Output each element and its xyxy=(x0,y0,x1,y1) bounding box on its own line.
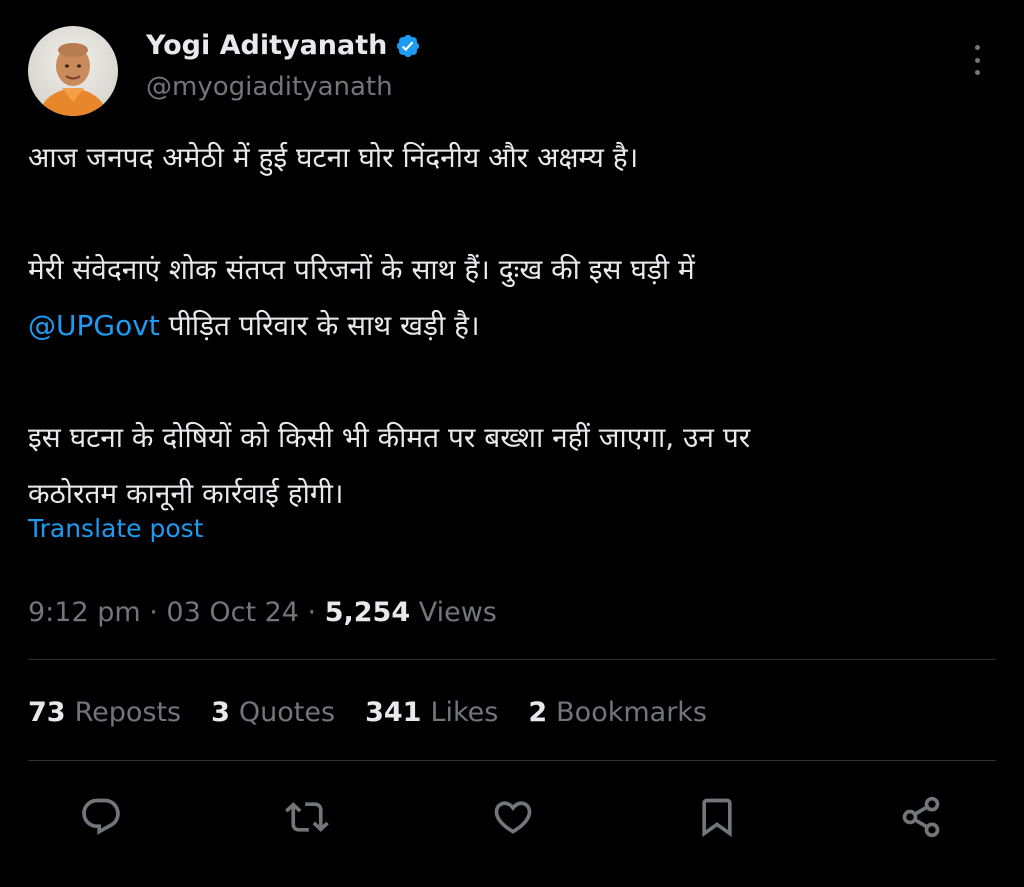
reposts-stat[interactable]: 73 Reposts xyxy=(28,694,181,732)
repost-button[interactable] xyxy=(284,794,330,840)
engagement-stats: 73 Reposts 3 Quotes 341 Likes 2 Bookmarks xyxy=(28,694,707,732)
divider xyxy=(28,659,996,660)
share-icon xyxy=(902,796,940,838)
tweet-paragraph: आज जनपद अमेठी में हुई घटना घोर निंदनीय औ… xyxy=(28,141,639,174)
repost-icon xyxy=(285,802,329,832)
more-options-icon[interactable] xyxy=(962,42,992,78)
views-label: Views xyxy=(410,597,497,628)
divider xyxy=(28,760,996,761)
tweet-line: इस घटना के दोषियों को किसी भी कीमत पर बख… xyxy=(28,421,751,454)
views-count: 5,254 xyxy=(324,597,411,628)
avatar[interactable] xyxy=(28,26,118,116)
reply-button[interactable] xyxy=(78,794,124,840)
likes-count: 341 xyxy=(365,697,422,728)
mention-link[interactable]: @UPGovt xyxy=(28,309,160,342)
tweet-line: मेरी संवेदनाएं शोक संतप्त परिजनों के साथ… xyxy=(28,253,695,286)
share-button[interactable] xyxy=(898,794,944,840)
like-button[interactable] xyxy=(490,794,536,840)
reply-icon xyxy=(82,798,120,835)
reposts-label: Reposts xyxy=(74,697,182,728)
bookmark-icon xyxy=(702,798,732,838)
bookmarks-stat[interactable]: 2 Bookmarks xyxy=(528,694,707,732)
author-name-row[interactable]: Yogi Adityanath xyxy=(146,28,421,64)
quotes-count: 3 xyxy=(211,697,230,728)
meta-separator: · xyxy=(298,597,325,628)
translate-post-link[interactable]: Translate post xyxy=(28,512,203,546)
bookmark-button[interactable] xyxy=(694,794,740,840)
tweet-text: आज जनपद अमेठी में हुई घटना घोर निंदनीय औ… xyxy=(28,130,988,522)
likes-label: Likes xyxy=(430,697,499,728)
like-icon xyxy=(494,801,532,834)
tweet-paragraph: मेरी संवेदनाएं शोक संतप्त परिजनों के साथ… xyxy=(28,242,988,298)
verified-badge-icon[interactable] xyxy=(395,33,421,59)
reposts-count: 73 xyxy=(28,697,66,728)
quotes-stat[interactable]: 3 Quotes xyxy=(211,694,335,732)
tweet-meta: 9:12 pm · 03 Oct 24 · 5,254 Views xyxy=(28,594,497,632)
tweet-time[interactable]: 9:12 pm xyxy=(28,597,141,628)
tweet-paragraph: @UPGovt पीड़ित परिवार के साथ खड़ी है। xyxy=(28,298,988,354)
author-display-name[interactable]: Yogi Adityanath xyxy=(146,28,387,64)
meta-separator: · xyxy=(140,597,167,628)
avatar-image xyxy=(38,43,108,116)
likes-stat[interactable]: 341 Likes xyxy=(365,694,498,732)
bookmarks-label: Bookmarks xyxy=(556,697,708,728)
tweet-date[interactable]: 03 Oct 24 xyxy=(166,597,299,628)
author-handle[interactable]: @myogiadityanath xyxy=(146,70,393,104)
bookmarks-count: 2 xyxy=(528,697,548,728)
tweet-line: पीड़ित परिवार के साथ खड़ी है। xyxy=(159,309,480,342)
quotes-label: Quotes xyxy=(238,697,336,728)
